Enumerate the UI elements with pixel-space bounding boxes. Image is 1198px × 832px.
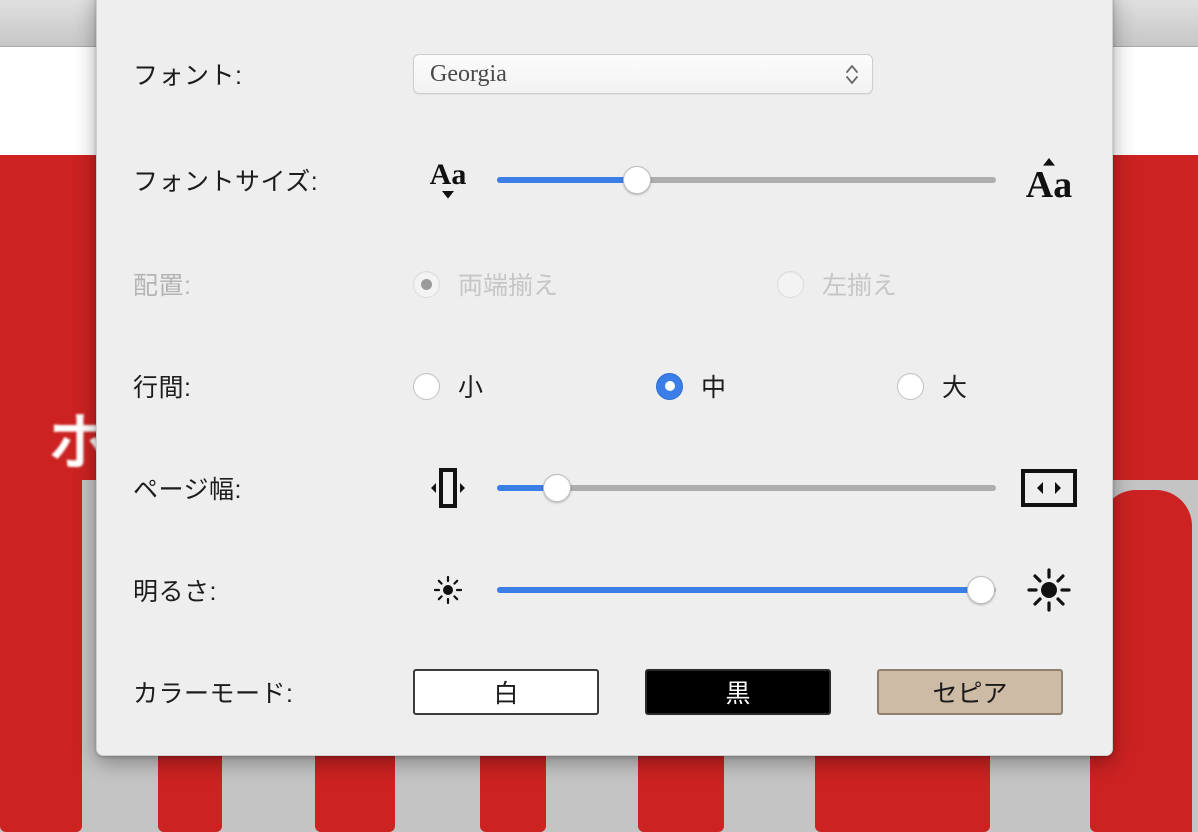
- settings-row-font: フォント: Georgia: [97, 46, 1112, 102]
- slider-fill: [497, 587, 982, 593]
- small-text-icon[interactable]: Aa: [413, 160, 483, 200]
- brightness-slider-wrap: [413, 566, 1088, 614]
- brightness-slider[interactable]: [497, 576, 996, 604]
- alignment-radio-group: 両端揃え 左揃え: [413, 266, 1088, 302]
- slider-thumb[interactable]: [542, 474, 571, 502]
- slider-track: [497, 485, 996, 491]
- line-spacing-option-large[interactable]: 大: [897, 368, 967, 404]
- settings-row-alignment: 配置: 両端揃え 左揃え: [97, 256, 1112, 312]
- narrow-page-icon[interactable]: [413, 466, 483, 510]
- line-spacing-radio-group: 小 中 大: [413, 368, 1088, 404]
- color-mode-control: 白 黒 セピア: [413, 664, 1088, 720]
- page-width-control: [413, 460, 1088, 516]
- alignment-option-justify-label: 両端揃え: [458, 272, 559, 300]
- line-spacing-option-small[interactable]: 小: [413, 368, 656, 404]
- page-width-slider[interactable]: [497, 474, 996, 502]
- radio-justify: [413, 270, 440, 298]
- font-select[interactable]: Georgia: [413, 54, 873, 94]
- font-size-slider-wrap: Aa Aa: [413, 156, 1088, 204]
- book-spine: [0, 480, 82, 832]
- color-mode-white-button[interactable]: 白: [413, 669, 599, 715]
- page-width-slider-wrap: [413, 466, 1088, 510]
- brightness-label: 明るさ:: [133, 578, 217, 606]
- color-mode-black-button[interactable]: 黒: [645, 669, 831, 715]
- radio-line-spacing-medium[interactable]: [656, 372, 683, 400]
- font-control: Georgia: [413, 46, 1088, 102]
- reader-settings-panel: フォント: Georgia フォントサイズ: Aa Aa 配置: 両端揃え 左揃…: [96, 0, 1113, 756]
- font-size-slider[interactable]: [497, 166, 996, 194]
- alignment-control: 両端揃え 左揃え: [413, 256, 1088, 312]
- font-select-value: Georgia: [430, 60, 507, 87]
- settings-row-page-width: ページ幅:: [97, 460, 1112, 516]
- settings-row-font-size: フォントサイズ: Aa Aa: [97, 152, 1112, 208]
- brightness-low-icon[interactable]: [413, 573, 483, 607]
- radio-line-spacing-small[interactable]: [413, 372, 440, 400]
- settings-row-color-mode: カラーモード: 白 黒 セピア: [97, 664, 1112, 720]
- line-spacing-option-large-label: 大: [942, 374, 968, 402]
- slider-thumb[interactable]: [967, 576, 996, 604]
- color-mode-button-group: 白 黒 セピア: [413, 669, 1063, 715]
- alignment-option-justify: 両端揃え: [413, 266, 777, 302]
- chevron-up-down-icon: [844, 61, 860, 87]
- alignment-label: 配置:: [133, 272, 192, 300]
- radio-left-align: [777, 270, 804, 298]
- brightness-high-icon[interactable]: [1010, 566, 1088, 614]
- slider-fill: [497, 177, 637, 183]
- line-spacing-option-small-label: 小: [458, 374, 484, 402]
- line-spacing-option-medium-label: 中: [701, 374, 727, 402]
- settings-rows: フォント: Georgia フォントサイズ: Aa Aa 配置: 両端揃え 左揃…: [97, 0, 1112, 756]
- radio-line-spacing-large[interactable]: [897, 372, 924, 400]
- color-mode-sepia-button[interactable]: セピア: [877, 669, 1063, 715]
- book-rounded-block: [1100, 490, 1192, 832]
- wide-page-icon[interactable]: [1010, 468, 1088, 508]
- line-spacing-option-medium[interactable]: 中: [656, 368, 897, 404]
- settings-row-line-spacing: 行間: 小 中 大: [97, 358, 1112, 414]
- color-mode-label: カラーモード:: [133, 680, 294, 708]
- brightness-control: [413, 562, 1088, 618]
- font-size-label: フォントサイズ:: [133, 168, 319, 196]
- line-spacing-label: 行間:: [133, 374, 192, 402]
- line-spacing-control: 小 中 大: [413, 358, 1088, 414]
- page-width-label: ページ幅:: [133, 476, 242, 504]
- font-size-control: Aa Aa: [413, 152, 1088, 208]
- alignment-option-left: 左揃え: [777, 266, 897, 302]
- large-text-icon[interactable]: Aa: [1010, 156, 1088, 204]
- settings-row-brightness: 明るさ:: [97, 562, 1112, 618]
- slider-thumb[interactable]: [622, 166, 651, 194]
- alignment-option-left-label: 左揃え: [822, 272, 898, 300]
- font-label: フォント:: [133, 62, 243, 90]
